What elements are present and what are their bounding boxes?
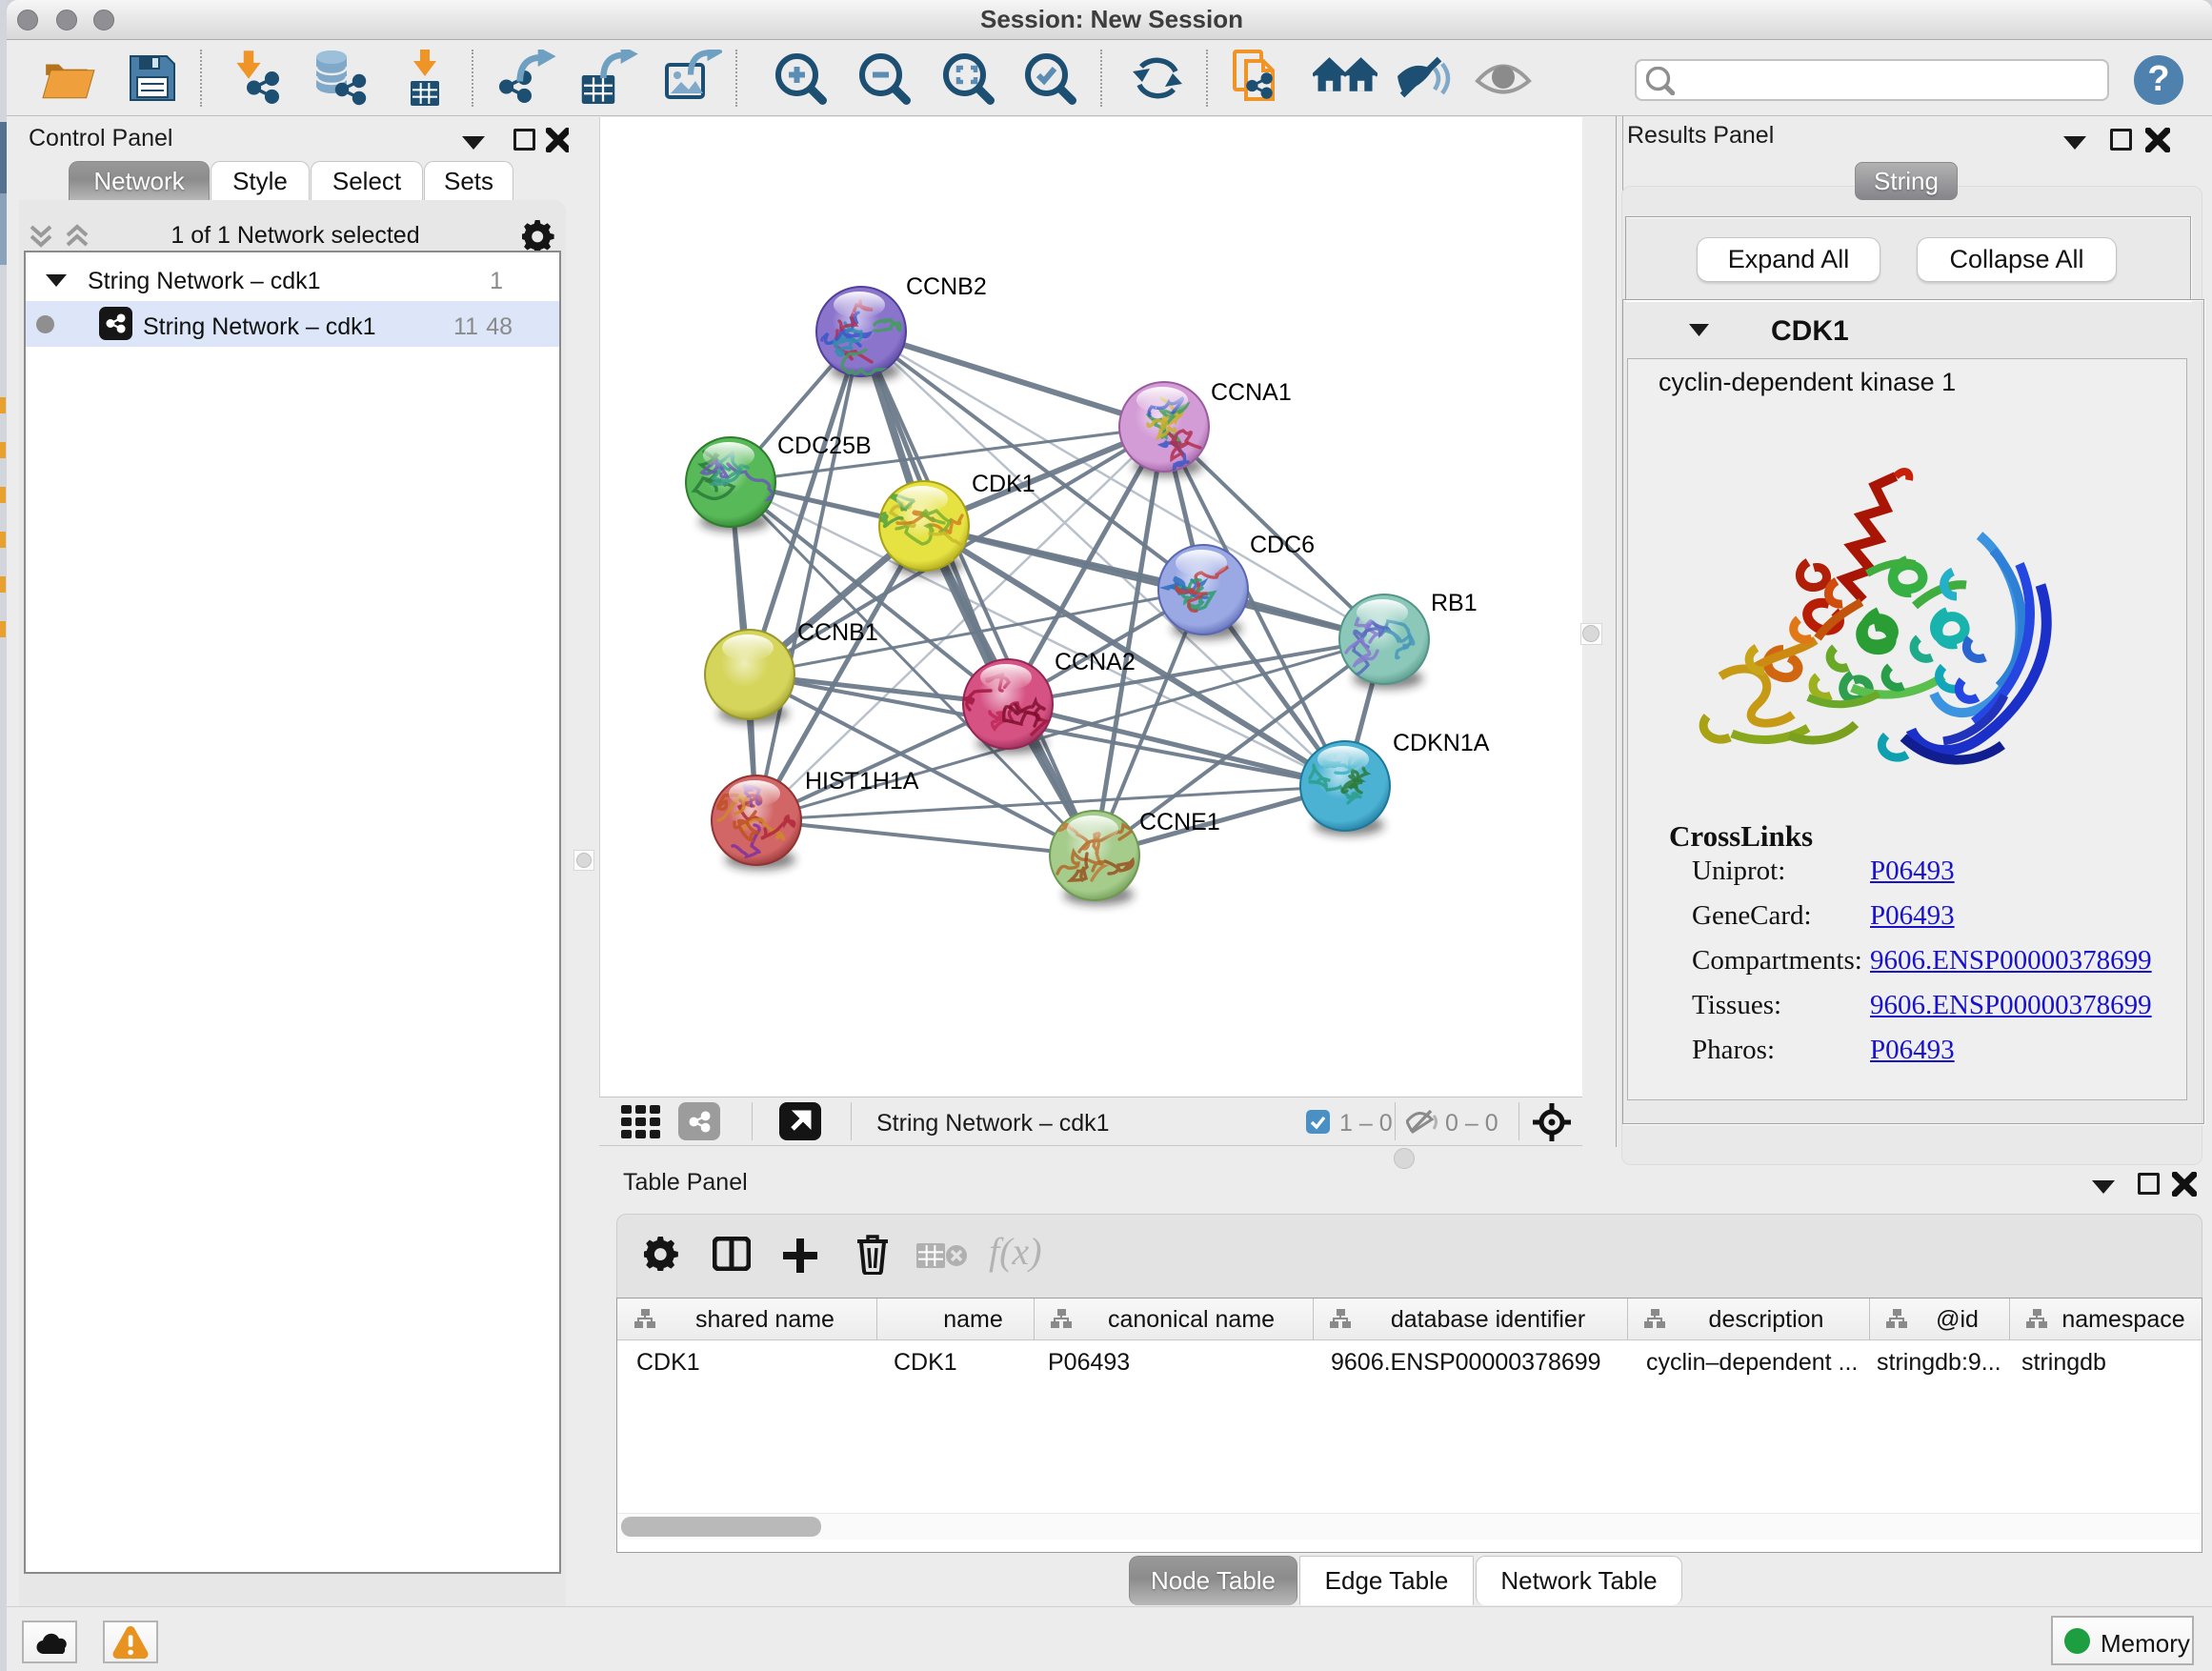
svg-text:CDKN1A: CDKN1A	[1393, 730, 1490, 756]
svg-text:CCNB2: CCNB2	[906, 273, 987, 300]
svg-text:CDK1: CDK1	[972, 471, 1036, 497]
svg-text:CCNA1: CCNA1	[1211, 379, 1292, 406]
svg-text:CCNB1: CCNB1	[797, 619, 878, 646]
svg-text:RB1: RB1	[1431, 590, 1478, 616]
svg-text:HIST1H1A: HIST1H1A	[805, 768, 919, 795]
svg-text:CCNE1: CCNE1	[1139, 809, 1220, 836]
svg-text:CDC25B: CDC25B	[777, 433, 872, 459]
svg-text:CDC6: CDC6	[1250, 532, 1315, 558]
svg-text:CCNA2: CCNA2	[1055, 649, 1136, 675]
